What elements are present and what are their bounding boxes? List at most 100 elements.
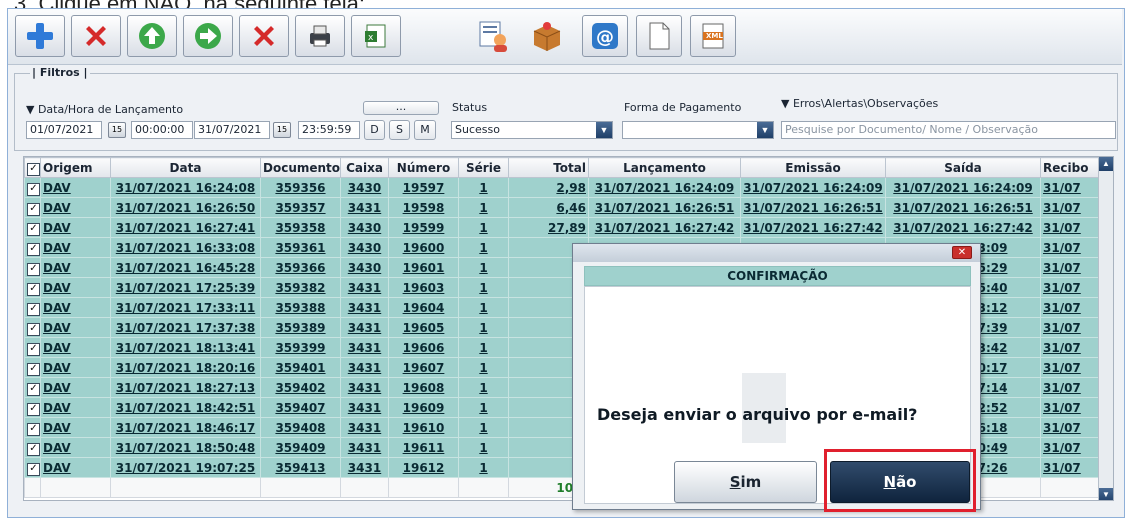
checkbox-icon[interactable]: ✓	[27, 442, 40, 456]
table-cell[interactable]: 31/07/2021 16:26:50	[110, 197, 261, 218]
search-input[interactable]: Pesquise por Documento/ Nome / Observaçã…	[781, 121, 1116, 139]
table-cell[interactable]: 1	[458, 357, 509, 378]
week-button[interactable]: S	[389, 120, 410, 140]
column-header[interactable]: Emissão	[740, 157, 886, 178]
errors-filter-label[interactable]: ▼ Erros\Alertas\Observações	[781, 97, 938, 110]
table-cell[interactable]: 1	[458, 277, 509, 298]
column-header[interactable]: Série	[458, 157, 509, 178]
checkbox-icon[interactable]: ✓	[27, 322, 40, 336]
grid-scrollbar[interactable]: ▲ ▼	[1098, 157, 1113, 500]
table-cell[interactable]: DAV	[40, 177, 111, 198]
table-cell[interactable]: DAV	[40, 297, 111, 318]
table-cell[interactable]: 31/07/2021 16:26:51	[885, 197, 1041, 218]
table-cell[interactable]: 19608	[388, 377, 459, 398]
row-checkbox[interactable]: ✓	[24, 257, 41, 278]
table-cell[interactable]: 3431	[340, 437, 389, 458]
scroll-up-icon[interactable]: ▲	[1099, 157, 1113, 171]
table-cell[interactable]: 31/07/2021 18:42:51	[110, 397, 261, 418]
table-cell[interactable]: 31/07	[1040, 397, 1101, 418]
table-cell[interactable]: DAV	[40, 277, 111, 298]
row-checkbox[interactable]: ✓	[24, 177, 41, 198]
table-cell[interactable]: 3431	[340, 317, 389, 338]
table-cell[interactable]: 359402	[260, 377, 341, 398]
xml-button[interactable]: XML	[690, 15, 736, 57]
table-cell[interactable]: 19597	[388, 177, 459, 198]
email-button[interactable]: @	[582, 15, 628, 57]
table-cell[interactable]: 3430	[340, 177, 389, 198]
table-cell[interactable]: 3431	[340, 377, 389, 398]
table-cell[interactable]: 3431	[340, 397, 389, 418]
table-cell[interactable]: 1	[458, 457, 509, 478]
column-header[interactable]: Total	[508, 157, 589, 178]
row-checkbox[interactable]: ✓	[24, 277, 41, 298]
row-checkbox[interactable]: ✓	[24, 397, 41, 418]
table-cell[interactable]: 1	[458, 397, 509, 418]
column-header[interactable]: Data	[110, 157, 261, 178]
table-cell[interactable]: 1	[458, 417, 509, 438]
table-cell[interactable]: 1	[458, 437, 509, 458]
add-button[interactable]	[15, 15, 65, 57]
table-cell[interactable]: 3431	[340, 197, 389, 218]
table-cell[interactable]: 3431	[340, 337, 389, 358]
table-cell[interactable]: 31/07	[1040, 377, 1101, 398]
table-cell[interactable]: 31/07/2021 17:37:38	[110, 317, 261, 338]
table-cell[interactable]: 1	[458, 257, 509, 278]
table-cell[interactable]: 3431	[340, 457, 389, 478]
table-cell[interactable]: 1	[458, 217, 509, 238]
table-cell[interactable]: 31/07/2021 16:26:51	[588, 197, 741, 218]
table-cell[interactable]: 31/07/2021 16:27:42	[588, 217, 741, 238]
table-cell[interactable]: DAV	[40, 317, 111, 338]
payment-select[interactable]	[622, 121, 774, 139]
table-cell[interactable]: 19609	[388, 397, 459, 418]
table-cell[interactable]: 3431	[340, 277, 389, 298]
table-cell[interactable]: 3430	[340, 237, 389, 258]
table-cell[interactable]: 31/07/2021 17:33:11	[110, 297, 261, 318]
table-cell[interactable]: 31/07/2021 16:45:28	[110, 257, 261, 278]
table-cell[interactable]: 3431	[340, 357, 389, 378]
table-cell[interactable]: 1	[458, 297, 509, 318]
column-header[interactable]: Lançamento	[588, 157, 741, 178]
table-cell[interactable]: 31/07	[1040, 317, 1101, 338]
table-cell[interactable]: 359357	[260, 197, 341, 218]
table-cell[interactable]: 359401	[260, 357, 341, 378]
table-cell[interactable]: 31/07/2021 16:24:09	[740, 177, 886, 198]
table-cell[interactable]: 1	[458, 237, 509, 258]
table-cell[interactable]: 31/07	[1040, 417, 1101, 438]
table-cell[interactable]: DAV	[40, 217, 111, 238]
table-cell[interactable]: 31/07/2021 16:24:09	[885, 177, 1041, 198]
table-cell[interactable]: DAV	[40, 377, 111, 398]
table-cell[interactable]: DAV	[40, 197, 111, 218]
row-checkbox[interactable]: ✓	[24, 297, 41, 318]
table-cell[interactable]: 19607	[388, 357, 459, 378]
table-cell[interactable]: 31/07	[1040, 297, 1101, 318]
table-cell[interactable]: DAV	[40, 417, 111, 438]
calendar-to-button[interactable]: 15	[273, 122, 291, 138]
table-cell[interactable]: 19599	[388, 217, 459, 238]
day-button[interactable]: D	[364, 120, 385, 140]
select-all-checkbox[interactable]: ✓	[24, 157, 41, 178]
table-cell[interactable]: 359399	[260, 337, 341, 358]
row-checkbox[interactable]: ✓	[24, 357, 41, 378]
date-filter-label[interactable]: ▼ Data/Hora de Lançamento	[26, 103, 183, 116]
table-cell[interactable]: 31/07	[1040, 177, 1101, 198]
column-header[interactable]: Saída	[885, 157, 1041, 178]
print-button[interactable]	[295, 15, 345, 57]
table-cell[interactable]: 19606	[388, 337, 459, 358]
table-cell[interactable]: 31/07/2021 17:25:39	[110, 277, 261, 298]
table-cell[interactable]: 31/07/2021 16:24:09	[588, 177, 741, 198]
table-cell[interactable]: 31/07	[1040, 197, 1101, 218]
cancel-button[interactable]	[239, 15, 289, 57]
date-to-input[interactable]: 31/07/2021	[194, 121, 270, 139]
row-checkbox[interactable]: ✓	[24, 197, 41, 218]
checkbox-icon[interactable]: ✓	[27, 402, 40, 416]
row-checkbox[interactable]: ✓	[24, 457, 41, 478]
table-cell[interactable]: 1	[458, 377, 509, 398]
row-checkbox[interactable]: ✓	[24, 437, 41, 458]
table-cell[interactable]: 359413	[260, 457, 341, 478]
checkbox-icon[interactable]: ✓	[27, 342, 40, 356]
column-header[interactable]: Recibo	[1040, 157, 1101, 178]
date-range-button[interactable]: ...	[363, 101, 439, 115]
table-row[interactable]: ✓ DAV 31/07/2021 16:24:08 359356 3430 19597 1 2…	[24, 177, 1101, 198]
status-dropdown-icon[interactable]: ▼	[596, 122, 612, 138]
checkbox-icon[interactable]: ✓	[27, 302, 40, 316]
